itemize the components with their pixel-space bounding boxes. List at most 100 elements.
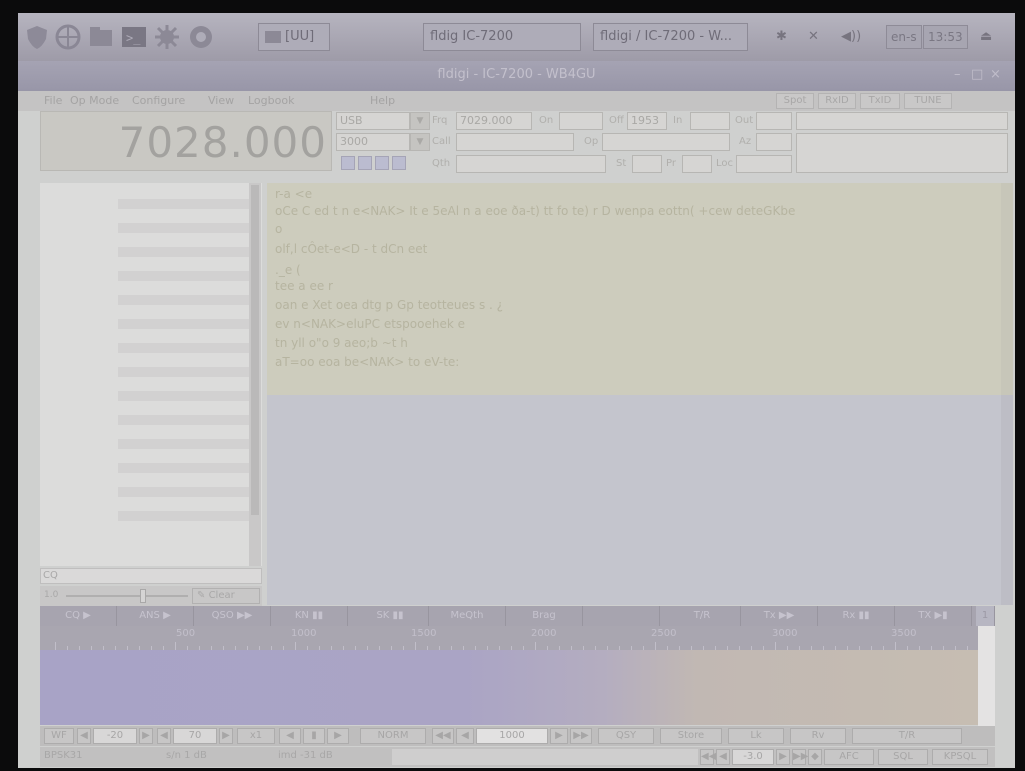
st-field[interactable] <box>632 155 662 173</box>
macro-index[interactable]: 1 <box>976 606 995 626</box>
rig-icon-4[interactable] <box>392 156 406 170</box>
list-item[interactable] <box>118 415 254 425</box>
slider-handle[interactable] <box>140 589 146 603</box>
wf-button[interactable]: WF <box>44 728 74 744</box>
lock-button[interactable]: Lk <box>728 728 784 744</box>
macro-brag[interactable]: Brag <box>506 606 583 626</box>
kpsql-toggle[interactable]: KPSQL <box>932 749 988 765</box>
reverse-button[interactable]: Rv <box>790 728 846 744</box>
on-field[interactable] <box>559 112 603 130</box>
mode-select[interactable]: USB <box>336 112 410 130</box>
menu-configure[interactable]: Configure <box>132 94 185 107</box>
tx-level-icon[interactable]: ◆ <box>808 749 822 765</box>
menu-logbook[interactable]: Logbook <box>248 94 294 107</box>
list-item[interactable] <box>118 223 254 233</box>
spot-button[interactable]: Spot <box>776 93 814 109</box>
eject-icon[interactable]: ⏏ <box>980 23 992 51</box>
folder-icon[interactable] <box>88 24 114 50</box>
keyboard-layout[interactable]: en-s <box>886 25 922 49</box>
menu-help[interactable]: Help <box>370 94 395 107</box>
menu-op-mode[interactable]: Op Mode <box>70 94 119 107</box>
squelch-increment-icon[interactable]: ▶ <box>776 749 790 765</box>
squelch-value-field[interactable]: -3.0 <box>732 749 774 765</box>
rst-out-field[interactable] <box>756 112 792 130</box>
taskbar-window-fldig[interactable]: fldig IC-7200 <box>423 23 581 51</box>
wf-high-increment-icon[interactable]: ▶ <box>219 728 233 744</box>
squelch-decrement-icon[interactable]: ◀ <box>716 749 730 765</box>
macro-qso[interactable]: QSO ▶▶ <box>194 606 271 626</box>
slider-track[interactable] <box>66 595 188 597</box>
macro-rx[interactable]: Rx ▮▮ <box>818 606 895 626</box>
az-field[interactable] <box>756 133 792 151</box>
forward-icon[interactable]: ▶ <box>550 728 568 744</box>
zoom-button[interactable]: x1 <box>237 728 275 744</box>
macro-tr[interactable]: T/R <box>664 606 741 626</box>
list-item[interactable] <box>118 439 254 449</box>
back-icon[interactable]: ◀ <box>456 728 474 744</box>
macro-kn[interactable]: KN ▮▮ <box>271 606 348 626</box>
rst-in-field[interactable] <box>690 112 730 130</box>
menu-view[interactable]: View <box>208 94 234 107</box>
list-item[interactable] <box>118 391 254 401</box>
bluetooth-icon[interactable]: ✱ <box>776 23 787 51</box>
loc-field[interactable] <box>736 155 792 173</box>
wf-high-field[interactable]: 70 <box>173 728 217 744</box>
speed-left-icon[interactable]: ◀ <box>279 728 301 744</box>
tx-text-pane[interactable] <box>267 395 1001 605</box>
rxid-button[interactable]: RxID <box>818 93 856 109</box>
tune-button[interactable]: TUNE <box>904 93 952 109</box>
gear-icon[interactable] <box>154 24 180 50</box>
macro-tx[interactable]: Tx ▶▶ <box>741 606 818 626</box>
maximize-icon[interactable]: □ <box>971 67 983 82</box>
carrier-frequency-field[interactable]: 1000 <box>476 728 548 744</box>
status-mode[interactable]: BPSK31 <box>44 750 83 761</box>
rig-icon-2[interactable] <box>358 156 372 170</box>
afc-toggle[interactable]: AFC <box>824 749 874 765</box>
macro-empty[interactable] <box>583 606 660 626</box>
list-scroll-thumb[interactable] <box>251 185 259 515</box>
globe-icon[interactable] <box>55 24 81 50</box>
terminal-icon[interactable]: >_ <box>121 24 147 50</box>
frequency-value[interactable]: 7028.000 <box>41 118 327 167</box>
list-item[interactable] <box>118 319 254 329</box>
macro-meqth[interactable]: MeQth <box>429 606 506 626</box>
wf-low-field[interactable]: -20 <box>93 728 137 744</box>
frequency-display[interactable]: 7028.000 <box>40 111 332 171</box>
menu-file[interactable]: File <box>44 94 62 107</box>
minimize-icon[interactable]: – <box>954 67 961 82</box>
window-titlebar[interactable]: fldigi - IC-7200 - WB4GU – □ × <box>18 61 1015 91</box>
taskbar-folder-button[interactable]: [UU] <box>258 23 330 51</box>
off-field[interactable]: 1953 <box>627 112 667 130</box>
taskbar-window-fldigi[interactable]: fldigi / IC-7200 - W... <box>593 23 748 51</box>
pause-icon[interactable]: ▮ <box>303 728 325 744</box>
volume-icon[interactable]: ◀)) <box>841 23 861 51</box>
list-scrollbar[interactable] <box>249 183 261 566</box>
mode-dropdown-icon[interactable]: ▼ <box>410 112 430 130</box>
signal-browser-list[interactable] <box>40 183 262 566</box>
call-field[interactable] <box>456 133 574 151</box>
squelch-decrement-fast-icon[interactable]: ◀◀ <box>700 749 716 765</box>
notes-area[interactable] <box>796 133 1008 173</box>
tr-toggle-button[interactable]: T/R <box>852 728 962 744</box>
macro-cq[interactable]: CQ ▶ <box>40 606 117 626</box>
rx-text-pane[interactable]: r-a <e oCe C ed t n e<NAK> It e 5eAl n a… <box>267 183 1001 395</box>
macro-sk[interactable]: SK ▮▮ <box>352 606 429 626</box>
wf-high-decrement-icon[interactable]: ◀ <box>157 728 171 744</box>
op-field[interactable] <box>602 133 730 151</box>
list-item[interactable] <box>118 367 254 377</box>
rx-scrollbar[interactable] <box>1001 183 1013 395</box>
list-item[interactable] <box>118 463 254 473</box>
speed-right-icon[interactable]: ▶ <box>327 728 349 744</box>
frequency-scale[interactable]: 500 1000 1500 2000 2500 3000 3500 <box>40 626 992 650</box>
fast-forward-icon[interactable]: ▶▶ <box>570 728 592 744</box>
pr-field[interactable] <box>682 155 712 173</box>
wf-low-increment-icon[interactable]: ▶ <box>139 728 153 744</box>
list-item[interactable] <box>118 511 254 521</box>
list-item[interactable] <box>118 295 254 305</box>
txid-button[interactable]: TxID <box>860 93 900 109</box>
store-button[interactable]: Store <box>660 728 722 744</box>
list-item[interactable] <box>118 247 254 257</box>
sql-toggle[interactable]: SQL <box>878 749 928 765</box>
macro-txstop[interactable]: TX ▶▮ <box>895 606 972 626</box>
bandwidth-select[interactable]: 3000 <box>336 133 410 151</box>
